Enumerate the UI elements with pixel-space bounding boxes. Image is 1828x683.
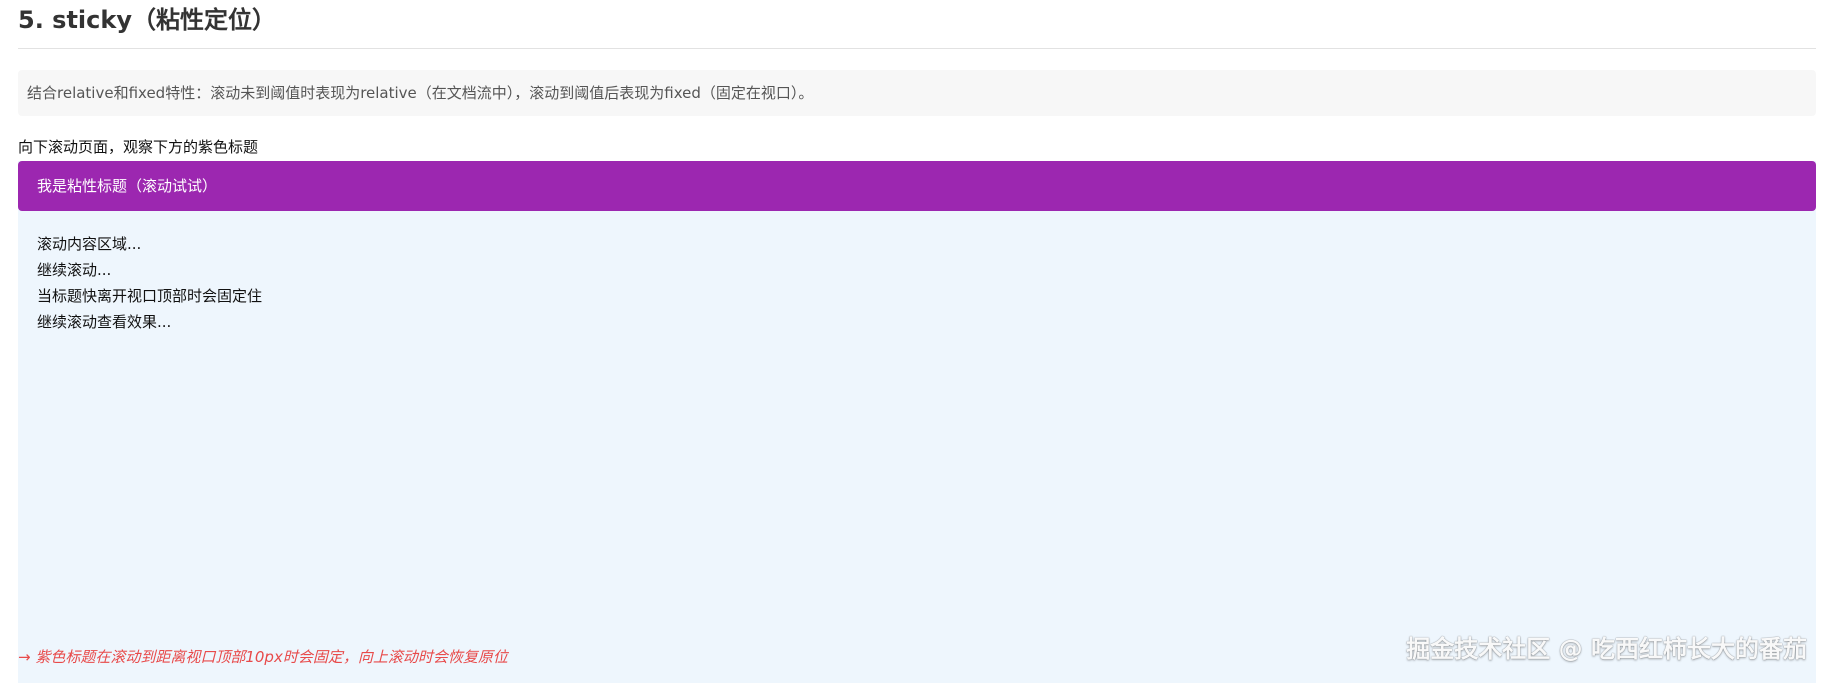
sticky-behavior-note: → 紫色标题在滚动到距离视口顶部10px时会固定，向上滚动时会恢复原位 [18, 648, 508, 666]
sticky-description-box: 结合relative和fixed特性：滚动未到阈值时表现为relative（在文… [18, 70, 1816, 116]
site-watermark: 掘金技术社区 @ 吃西红柿长大的番茄 [1406, 635, 1807, 663]
scroll-content-line: 继续滚动查看效果... [37, 313, 172, 331]
scroll-instruction: 向下滚动页面，观察下方的紫色标题 [18, 138, 259, 156]
scroll-content-line: 继续滚动... [37, 261, 112, 279]
page: 5. sticky（粘性定位） 结合relative和fixed特性：滚动未到阈… [0, 0, 1828, 683]
scroll-content: 滚动内容区域... 继续滚动... 当标题快离开视口顶部时会固定住 继续滚动查看… [37, 231, 262, 335]
section-title: 5. sticky（粘性定位） [18, 6, 276, 34]
section-divider [18, 48, 1816, 49]
sticky-header: 我是粘性标题（滚动试试） [18, 161, 1816, 211]
sticky-header-label: 我是粘性标题（滚动试试） [37, 177, 218, 195]
sticky-scroll-area[interactable]: 我是粘性标题（滚动试试） 滚动内容区域... 继续滚动... 当标题快离开视口顶… [18, 161, 1816, 683]
scroll-content-line: 滚动内容区域... [37, 235, 142, 253]
sticky-description-text: 结合relative和fixed特性：滚动未到阈值时表现为relative（在文… [27, 84, 814, 102]
scroll-content-line: 当标题快离开视口顶部时会固定住 [37, 287, 263, 305]
